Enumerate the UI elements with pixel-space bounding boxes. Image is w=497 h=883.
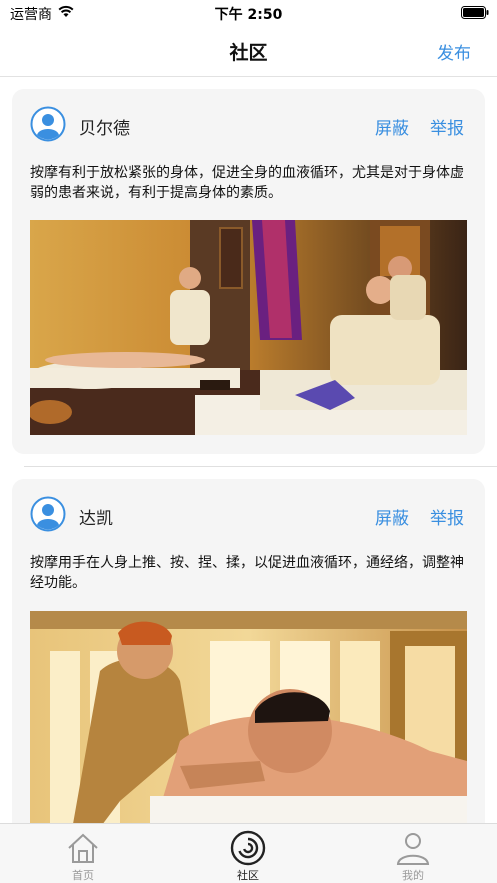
post-image[interactable] (30, 220, 467, 435)
report-button[interactable]: 举报 (430, 504, 464, 529)
tab-label: 社区 (237, 869, 259, 882)
block-button[interactable]: 屏蔽 (375, 504, 409, 529)
post-username[interactable]: 贝尔德 (79, 114, 130, 139)
avatar-icon[interactable] (30, 496, 66, 532)
post-card: 贝尔德 屏蔽 举报 按摩有利于放松紧张的身体，促进全身的血液循环，尤其是对于身体… (12, 89, 485, 454)
back-massage-photo-icon (30, 611, 467, 823)
battery-icon (461, 6, 489, 19)
post-username[interactable]: 达凯 (79, 504, 113, 529)
tab-label: 首页 (72, 869, 94, 882)
page-title: 社区 (229, 42, 268, 64)
spa-massage-photo-icon (30, 220, 467, 435)
post-text: 按摩用手在人身上推、按、捏、揉，以促进血液循环，通经络，调整神经功能。 (30, 555, 464, 591)
profile-icon (396, 833, 430, 865)
post-image[interactable] (30, 611, 467, 823)
tab-label: 我的 (402, 869, 424, 882)
nav-bar: 社区 发布 (0, 26, 497, 77)
status-bar: 运营商 下午 2:50 (0, 0, 497, 26)
post-card: 达凯 屏蔽 举报 按摩用手在人身上推、按、捏、揉，以促进血液循环，通经络，调整神… (12, 479, 485, 823)
post-feed[interactable]: 贝尔德 屏蔽 举报 按摩有利于放松紧张的身体，促进全身的血液循环，尤其是对于身体… (0, 78, 497, 823)
post-text: 按摩有利于放松紧张的身体，促进全身的血液循环，尤其是对于身体虚弱的患者来说，有利… (30, 165, 464, 201)
tab-home[interactable]: 首页 (43, 824, 123, 883)
block-button[interactable]: 屏蔽 (375, 114, 409, 139)
tab-profile[interactable]: 我的 (373, 824, 453, 883)
home-icon (68, 833, 98, 863)
avatar-icon[interactable] (30, 106, 66, 142)
post-divider (24, 466, 497, 467)
tab-community[interactable]: 社区 (208, 824, 288, 883)
tab-bar: 首页 社区 我的 (0, 823, 497, 883)
report-button[interactable]: 举报 (430, 114, 464, 139)
publish-button[interactable]: 发布 (437, 39, 471, 64)
status-time: 下午 2:50 (214, 7, 283, 23)
community-icon (230, 830, 266, 866)
